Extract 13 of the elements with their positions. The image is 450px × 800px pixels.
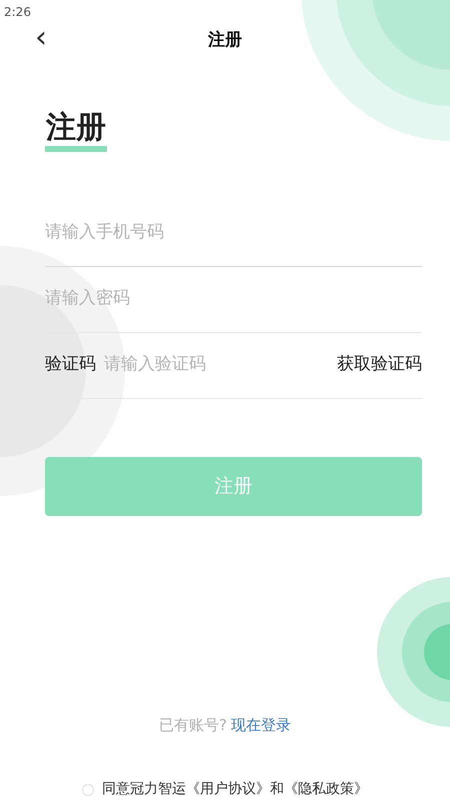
agree-checkbox[interactable] — [82, 784, 94, 796]
agreement-text: 同意冠力智运《用户协议》和《隐私政策》 — [102, 780, 368, 799]
login-link[interactable]: 现在登录 — [230, 714, 291, 736]
back-button[interactable]: ‹ — [16, 22, 66, 59]
login-prompt: 已有账号? — [159, 714, 227, 736]
page-title: 注册 — [208, 28, 242, 52]
get-code-button[interactable]: 获取验证码 — [337, 352, 422, 378]
input-field[interactable]: 请输入验证码 — [104, 352, 329, 378]
status-time: 2:26 — [4, 5, 31, 19]
input-field[interactable]: 请输入密码 — [45, 286, 422, 312]
heading: 注册 — [45, 111, 107, 152]
input-field[interactable]: 请输入手机号码 — [45, 220, 422, 246]
field-label: 验证码 — [45, 353, 96, 376]
